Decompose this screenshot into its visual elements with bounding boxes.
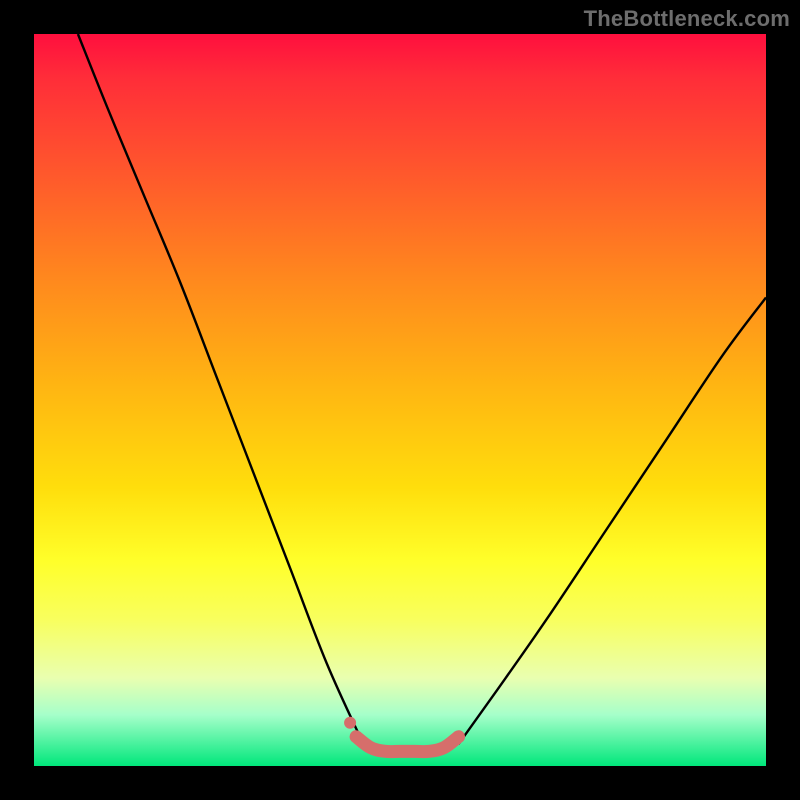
chart-stage: TheBottleneck.com <box>0 0 800 800</box>
valley-highlight <box>356 737 458 752</box>
valley-start-dot <box>344 717 356 729</box>
right-branch-curve <box>459 298 766 745</box>
watermark-label: TheBottleneck.com <box>584 6 790 32</box>
plot-area <box>34 34 766 766</box>
left-branch-curve <box>78 34 363 744</box>
curve-layer <box>34 34 766 766</box>
